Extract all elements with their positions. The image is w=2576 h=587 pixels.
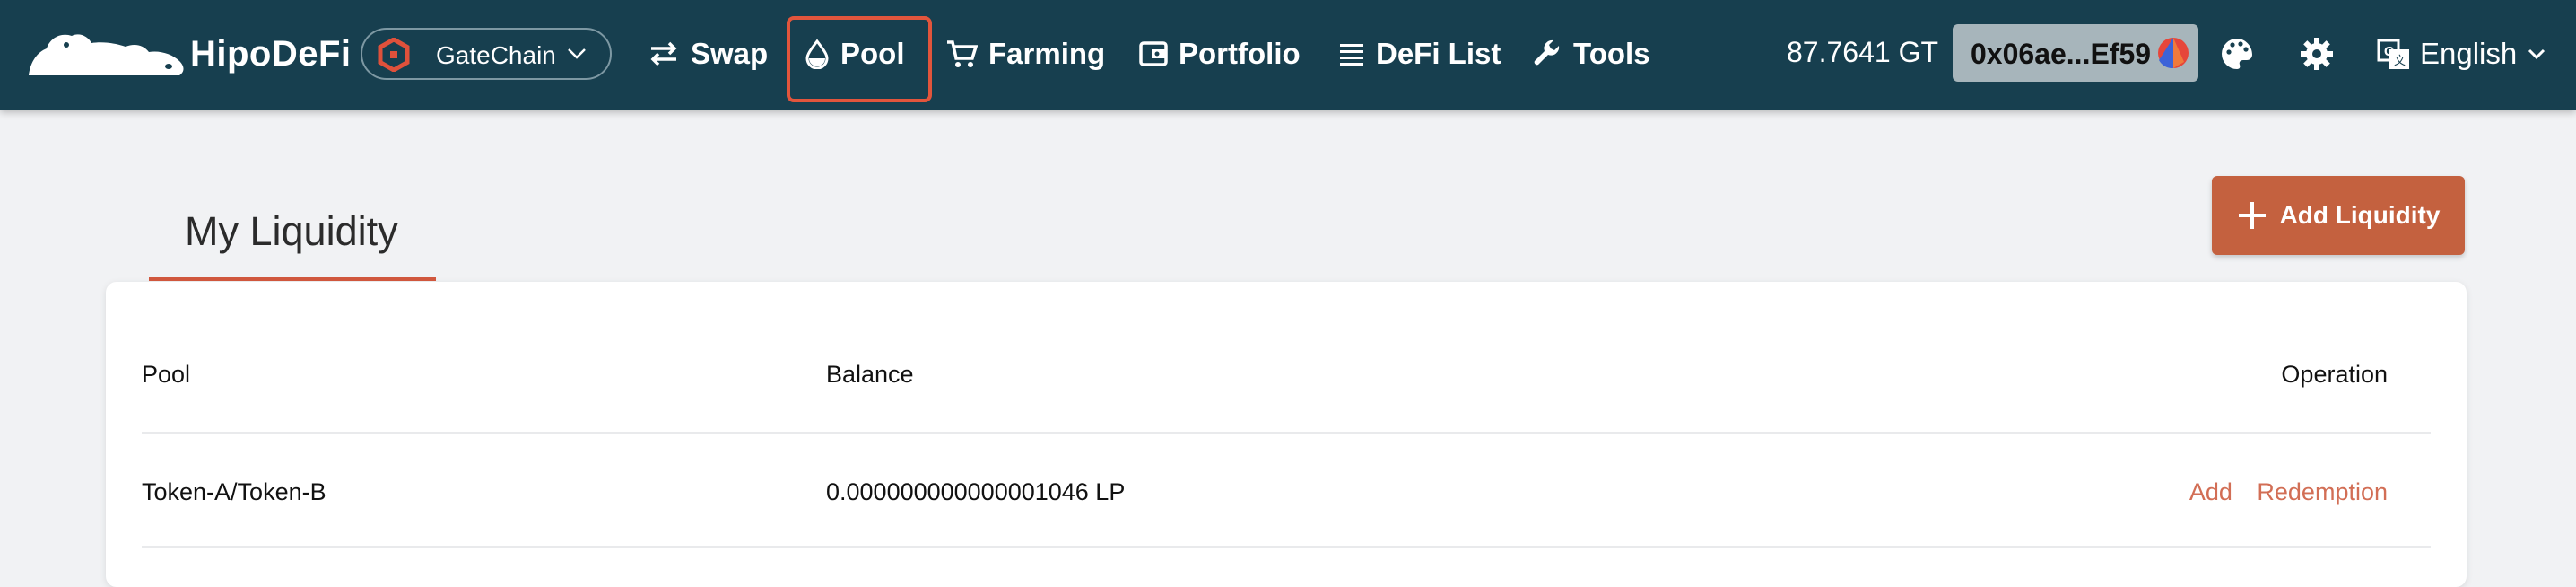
add-link[interactable]: Add bbox=[2189, 478, 2232, 505]
table-divider bbox=[142, 546, 2431, 548]
active-tab-underline bbox=[149, 277, 436, 281]
nav-pool-label: Pool bbox=[840, 37, 905, 70]
chevron-down-icon bbox=[2528, 48, 2546, 60]
chain-selector[interactable]: GateChain bbox=[361, 28, 612, 80]
wallet-address: 0x06ae...Ef59 bbox=[1971, 38, 2152, 70]
redemption-link[interactable]: Redemption bbox=[2257, 478, 2388, 505]
swap-arrows-icon bbox=[650, 41, 677, 66]
chevron-down-icon bbox=[568, 48, 586, 59]
nav-defi-list[interactable]: DeFi List bbox=[1338, 31, 1501, 77]
top-navbar: HipoDeFi GateChain Swap Pool Farming Por… bbox=[0, 0, 2576, 110]
table-divider bbox=[142, 432, 2431, 434]
plus-icon bbox=[2238, 202, 2266, 229]
row-balance: 0.000000000000001046 LP bbox=[826, 478, 1126, 505]
nav-swap[interactable]: Swap bbox=[648, 31, 768, 77]
nav-swap-label: Swap bbox=[691, 37, 769, 70]
nav-portfolio[interactable]: Portfolio bbox=[1139, 31, 1301, 77]
column-header-pool: Pool bbox=[142, 361, 191, 388]
wallet-avatar-icon bbox=[2158, 38, 2189, 69]
svg-text:文: 文 bbox=[2394, 55, 2406, 68]
nav-defi-list-label: DeFi List bbox=[1376, 37, 1501, 70]
language-label: English bbox=[2420, 37, 2518, 70]
row-pool-name: Token-A/Token-B bbox=[142, 478, 326, 505]
nav-portfolio-label: Portfolio bbox=[1179, 37, 1301, 70]
column-header-operation: Operation bbox=[2281, 361, 2388, 388]
cart-icon bbox=[947, 40, 978, 67]
gatechain-icon bbox=[378, 38, 410, 72]
nav-pool[interactable]: Pool bbox=[805, 31, 905, 77]
hippo-logo-icon[interactable] bbox=[25, 25, 187, 81]
wallet-address-button[interactable]: 0x06ae...Ef59 bbox=[1953, 24, 2198, 82]
nav-tools-label: Tools bbox=[1573, 37, 1650, 70]
wrench-icon bbox=[1534, 39, 1560, 66]
nav-farming[interactable]: Farming bbox=[945, 31, 1105, 77]
row-operations: Add Redemption bbox=[2189, 478, 2388, 506]
chain-label: GateChain bbox=[436, 41, 556, 69]
column-header-balance: Balance bbox=[826, 361, 914, 388]
translate-icon: G 文 bbox=[2377, 39, 2409, 69]
wallet-icon bbox=[1139, 41, 1168, 66]
droplet-icon bbox=[805, 39, 829, 69]
gt-balance: 87.7641 GT bbox=[1787, 36, 1938, 68]
gear-icon[interactable] bbox=[2299, 36, 2335, 72]
brand-name[interactable]: HipoDeFi bbox=[190, 34, 352, 74]
liquidity-table-card: Pool Balance Operation Token-A/Token-B 0… bbox=[106, 282, 2467, 587]
add-liquidity-label: Add Liquidity bbox=[2279, 201, 2441, 229]
palette-icon[interactable] bbox=[2219, 36, 2255, 72]
list-icon bbox=[1340, 44, 1363, 66]
nav-farming-label: Farming bbox=[988, 37, 1106, 70]
tab-my-liquidity[interactable]: My Liquidity bbox=[185, 208, 398, 255]
language-selector[interactable]: G 文 English bbox=[2377, 32, 2546, 75]
nav-tools[interactable]: Tools bbox=[1532, 31, 1650, 77]
add-liquidity-button[interactable]: Add Liquidity bbox=[2212, 176, 2465, 255]
